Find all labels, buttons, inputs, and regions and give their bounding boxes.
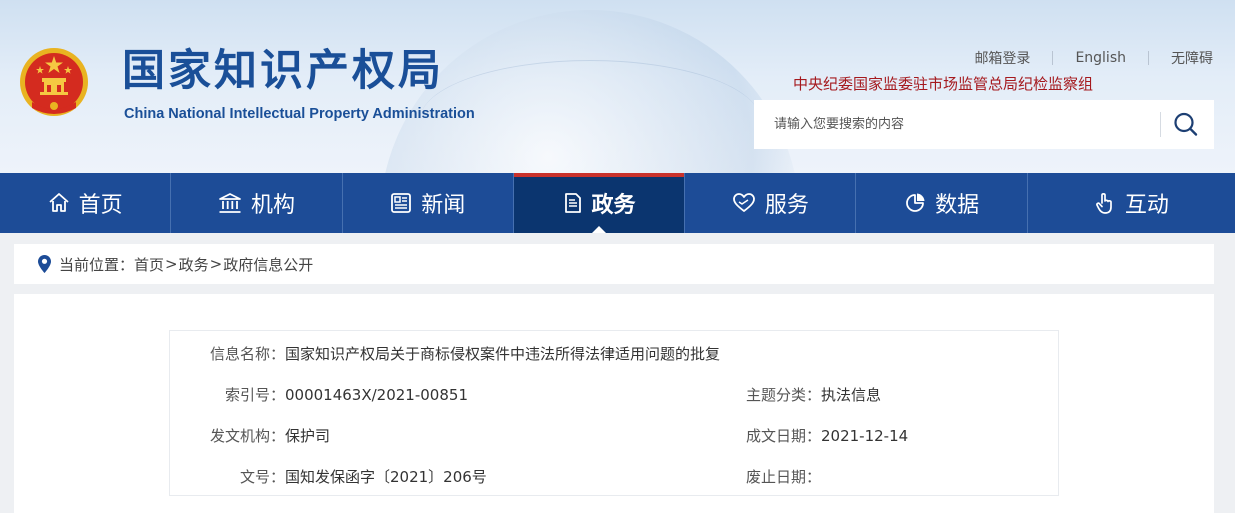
- home-icon: [49, 193, 69, 212]
- breadcrumb-gov-info-disclosure[interactable]: 政府信息公开: [223, 254, 313, 275]
- info-row-name: 信息名称：国家知识产权局关于商标侵权案件中违法所得法律适用问题的批复: [170, 343, 720, 364]
- search-box: [754, 100, 1214, 149]
- nav-label: 政务: [591, 193, 636, 218]
- nav-item-services[interactable]: 服务: [685, 173, 857, 233]
- breadcrumb-separator: >: [209, 255, 223, 273]
- content-panel: 信息名称：国家知识产权局关于商标侵权案件中违法所得法律适用问题的批复 索引号：0…: [14, 294, 1214, 513]
- mail-login-link[interactable]: 邮箱登录: [974, 48, 1030, 68]
- english-link[interactable]: English: [1075, 50, 1126, 66]
- site-title-cn[interactable]: 国家知识产权局: [122, 50, 444, 93]
- nav-label: 服务: [764, 193, 809, 218]
- pie-chart-icon: [906, 193, 925, 212]
- info-label: 成文日期：: [745, 427, 821, 445]
- info-label: 发文机构：: [209, 427, 285, 445]
- info-value: 国知发保函字〔2021〕206号: [285, 468, 487, 486]
- pointer-hand-icon: [1095, 193, 1112, 214]
- breadcrumb-home[interactable]: 首页: [134, 254, 164, 275]
- info-row-abolish: 废止日期：: [706, 466, 821, 487]
- nav-item-interaction[interactable]: 互动: [1028, 173, 1235, 233]
- info-value: 执法信息: [821, 386, 882, 404]
- top-links: 邮箱登录 English 无障碍: [974, 48, 1213, 68]
- nav-label: 首页: [78, 193, 123, 218]
- search-icon[interactable]: [1166, 106, 1206, 143]
- breadcrumb-prefix: 当前位置：: [59, 255, 135, 274]
- search-input[interactable]: [754, 100, 1159, 149]
- nav-item-news[interactable]: 新闻: [343, 173, 514, 233]
- info-value: 2021-12-14: [821, 427, 909, 445]
- news-icon: [391, 193, 412, 213]
- nav-label: 互动: [1124, 193, 1169, 218]
- breadcrumb-separator: >: [165, 255, 178, 273]
- document-icon: [564, 193, 581, 213]
- info-row-docno: 文号：国知发保函字〔2021〕206号: [170, 466, 487, 487]
- info-row-date: 成文日期：2021-12-14: [706, 425, 908, 446]
- nav-item-home[interactable]: 首页: [0, 173, 172, 233]
- info-row-category: 主题分类：执法信息: [706, 384, 881, 405]
- accessibility-link[interactable]: 无障碍: [1171, 48, 1213, 68]
- site-title-en[interactable]: China National Intellectual Property Adm…: [124, 106, 475, 122]
- info-label: 文号：: [239, 468, 285, 486]
- info-label: 废止日期：: [745, 468, 821, 486]
- info-row-index: 索引号：00001463X/2021-00851: [170, 384, 468, 405]
- info-label: 主题分类：: [745, 386, 821, 404]
- search-divider: [1160, 112, 1161, 137]
- info-table: 信息名称：国家知识产权局关于商标侵权案件中违法所得法律适用问题的批复 索引号：0…: [169, 330, 1059, 496]
- nav-label: 机构: [250, 193, 295, 218]
- divider: [1052, 51, 1054, 65]
- nav-item-government-affairs[interactable]: 政务: [513, 173, 686, 233]
- info-label: 索引号：: [224, 386, 285, 404]
- nav-label: 数据: [935, 193, 980, 218]
- nav-item-institution[interactable]: 机构: [171, 173, 343, 233]
- location-pin-icon: [38, 255, 51, 273]
- breadcrumb-government-affairs[interactable]: 政务: [179, 254, 209, 275]
- discipline-inspection-link[interactable]: 中央纪委国家监委驻市场监管总局纪检监察组: [793, 73, 1093, 94]
- divider: [1148, 51, 1149, 65]
- info-value: 保护司: [285, 427, 331, 445]
- institution-icon: [219, 193, 241, 213]
- nav-item-data[interactable]: 数据: [856, 173, 1028, 233]
- info-value: 国家知识产权局关于商标侵权案件中违法所得法律适用问题的批复: [285, 345, 721, 363]
- nav-label: 新闻: [421, 193, 466, 218]
- info-row-issuer: 发文机构：保护司: [170, 425, 330, 446]
- info-value: 00001463X/2021-00851: [285, 386, 468, 404]
- site-header: 国家知识产权局 China National Intellectual Prop…: [0, 0, 1235, 173]
- heart-hand-icon: [732, 193, 755, 212]
- breadcrumb: 当前位置： 首页 > 政务 > 政府信息公开: [14, 244, 1214, 284]
- national-emblem-icon[interactable]: [18, 46, 90, 120]
- main-nav: 首页 机构 新闻 政务 服务 数据 互动: [0, 173, 1235, 233]
- info-label: 信息名称：: [209, 345, 285, 363]
